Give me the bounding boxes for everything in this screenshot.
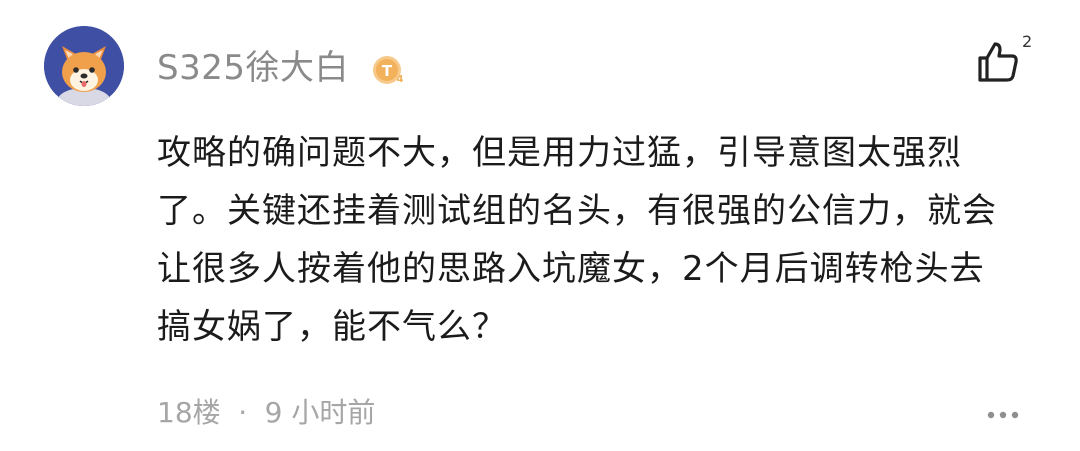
more-button[interactable]	[986, 407, 1020, 421]
thumbs-up-icon	[978, 42, 1018, 82]
comment-line: 了。关键还挂着测试组的名头，有很强的公信力，就会	[157, 191, 997, 231]
level-badge-icon: T 4	[371, 54, 407, 86]
comment-line: 攻略的确问题不大，但是用力过猛，引导意图太强烈	[157, 133, 962, 173]
more-dots-icon	[987, 411, 1019, 419]
timestamp: 9 小时前	[264, 396, 376, 429]
comment-meta: 18楼 · 9 小时前	[157, 395, 375, 431]
comment-line: 让很多人按着他的思路入坑魔女，2个月后调转枪头去	[157, 249, 985, 289]
like-count: 2	[1022, 32, 1033, 51]
shiba-dog-avatar-icon	[44, 26, 124, 106]
comment-line: 搞女娲了，能不气么？	[157, 307, 507, 347]
avatar[interactable]	[44, 26, 124, 106]
svg-text:T: T	[382, 62, 393, 80]
svg-text:4: 4	[397, 74, 404, 85]
comment-body: 攻略的确问题不大，但是用力过猛，引导意图太强烈 了。关键还挂着测试组的名头，有很…	[157, 124, 1037, 356]
floor-number: 18楼	[157, 396, 221, 429]
meta-separator: ·	[238, 396, 248, 429]
username[interactable]: S325徐大白	[157, 46, 349, 90]
